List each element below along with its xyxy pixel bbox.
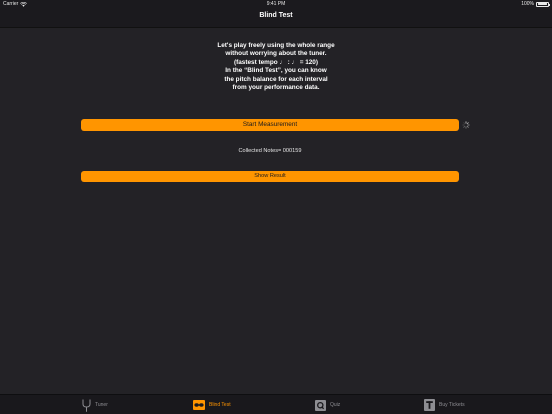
tuning-fork-icon	[82, 399, 91, 412]
status-battery: 100%	[521, 1, 550, 7]
tab-label: Tuner	[95, 402, 108, 408]
tab-label: Quiz	[330, 402, 341, 408]
navigation-bar: Blind Test	[0, 9, 552, 28]
tab-bar: Tuner Blind Test Quiz Buy Tickets	[0, 394, 552, 414]
ticket-icon	[424, 399, 435, 411]
battery-tip	[549, 3, 550, 6]
tab-blind-test[interactable]: Blind Test	[193, 398, 231, 412]
intro-line: the pitch balance for each interval	[224, 75, 328, 83]
tab-label: Blind Test	[209, 402, 231, 408]
collected-notes-label: Collected Notes= 000159	[238, 148, 302, 154]
status-time: 9:41 PM	[266, 1, 286, 7]
tab-label: Buy Tickets	[439, 402, 465, 408]
intro-line: In the “Blind Test”, you can know	[225, 67, 327, 75]
intro-line: Let's play freely using the whole range	[217, 42, 335, 49]
battery-fill	[537, 3, 548, 5]
battery-percent: 100%	[521, 1, 534, 7]
activity-spinner-icon	[462, 121, 470, 129]
status-bar: Carrier 9:41 PM 100%	[0, 0, 552, 9]
intro-line: without worrying about the tuner.	[225, 50, 327, 58]
tab-tuner[interactable]: Tuner	[82, 398, 108, 412]
intro-line: (fastest tempo ♩ : ♩ = 120)	[234, 58, 318, 66]
quiz-icon	[315, 399, 326, 411]
tab-buy-tickets[interactable]: Buy Tickets	[424, 398, 465, 412]
app-screen: Carrier 9:41 PM 100% Blind Test Let's pl…	[0, 0, 552, 414]
tab-quiz[interactable]: Quiz	[315, 398, 340, 412]
battery-icon	[536, 1, 550, 7]
show-result-button[interactable]: Show Result	[81, 171, 459, 182]
page-title: Blind Test	[259, 12, 293, 19]
intro-line: from your performance data.	[232, 84, 320, 92]
intro-text: Let's play freely using the whole range …	[0, 42, 552, 92]
blindfold-icon	[193, 400, 205, 410]
start-measurement-button[interactable]: Start Measurement	[81, 119, 459, 131]
